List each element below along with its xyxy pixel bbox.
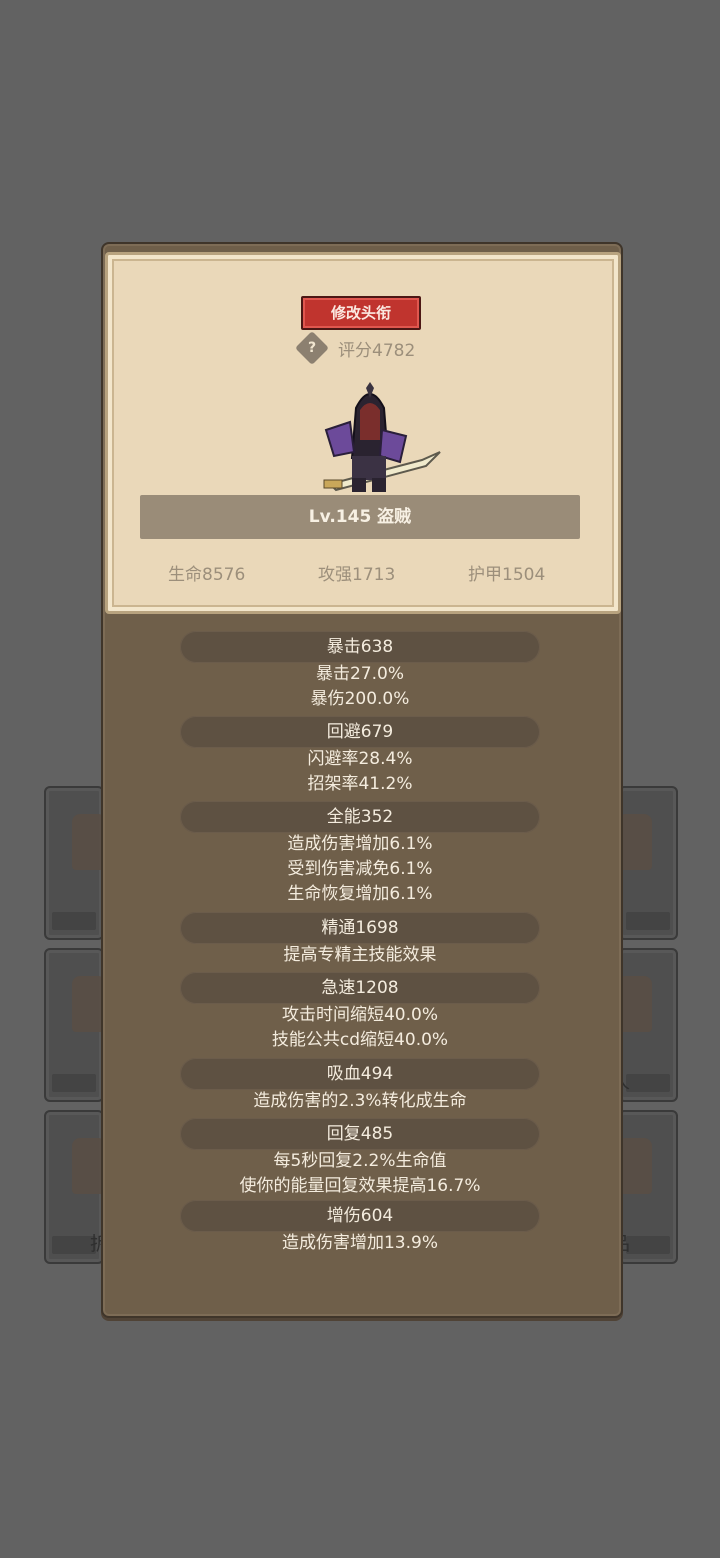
stat-line: 使你的能量回复效果提高16.7% [239,1176,481,1196]
stat-line: 招架率41.2% [307,774,413,794]
stat-line: 攻击时间缩短40.0% [281,1005,438,1025]
background-slot: 人 [611,948,678,1102]
stat-line: 造成伤害增加13.9% [281,1233,438,1253]
background-slot [44,948,106,1102]
background-slot [618,786,678,940]
stat-line: 受到伤害减免6.1% [287,859,433,879]
stat-line: 造成伤害增加6.1% [287,834,433,854]
stat-line: 造成伤害的2.3%转化成生命 [253,1091,467,1111]
stat-line: 每5秒回复2.2%生命值 [273,1151,447,1171]
section-header-mastery: 精通1698 [180,912,540,944]
section-header-haste: 急速1208 [180,972,540,1004]
help-icon[interactable]: ? [295,331,329,365]
section-header-damage-bonus: 增伤604 [180,1200,540,1232]
stat-line: 生命恢复增加6.1% [287,884,433,904]
section-header-dodge: 回避679 [180,716,540,748]
section-header-regen: 回复485 [180,1118,540,1150]
stat-line: 提高专精主技能效果 [283,945,437,965]
section-header-lifesteal: 吸血494 [180,1058,540,1090]
section-header-versatility: 全能352 [180,801,540,833]
section-header-crit: 暴击638 [180,631,540,663]
background-slot [44,786,106,940]
armor-stat: 护甲1504 [468,565,546,585]
stat-line: 闪避率28.4% [307,749,413,769]
hp-stat: 生命8576 [168,565,246,585]
stat-line: 技能公共cd缩短40.0% [271,1030,449,1050]
hero-character-icon [323,382,441,492]
edit-title-button[interactable]: 修改头衔 [301,296,421,330]
background-slot: 品 [611,1110,678,1264]
attack-stat: 攻强1713 [318,565,396,585]
stat-line: 暴伤200.0% [310,689,410,709]
score-label: 评分4782 [338,341,416,361]
background-slot: 拆 [44,1110,109,1264]
stat-line: 暴击27.0% [315,664,404,684]
hero-name: Lv.145 盗贼 [140,495,580,539]
